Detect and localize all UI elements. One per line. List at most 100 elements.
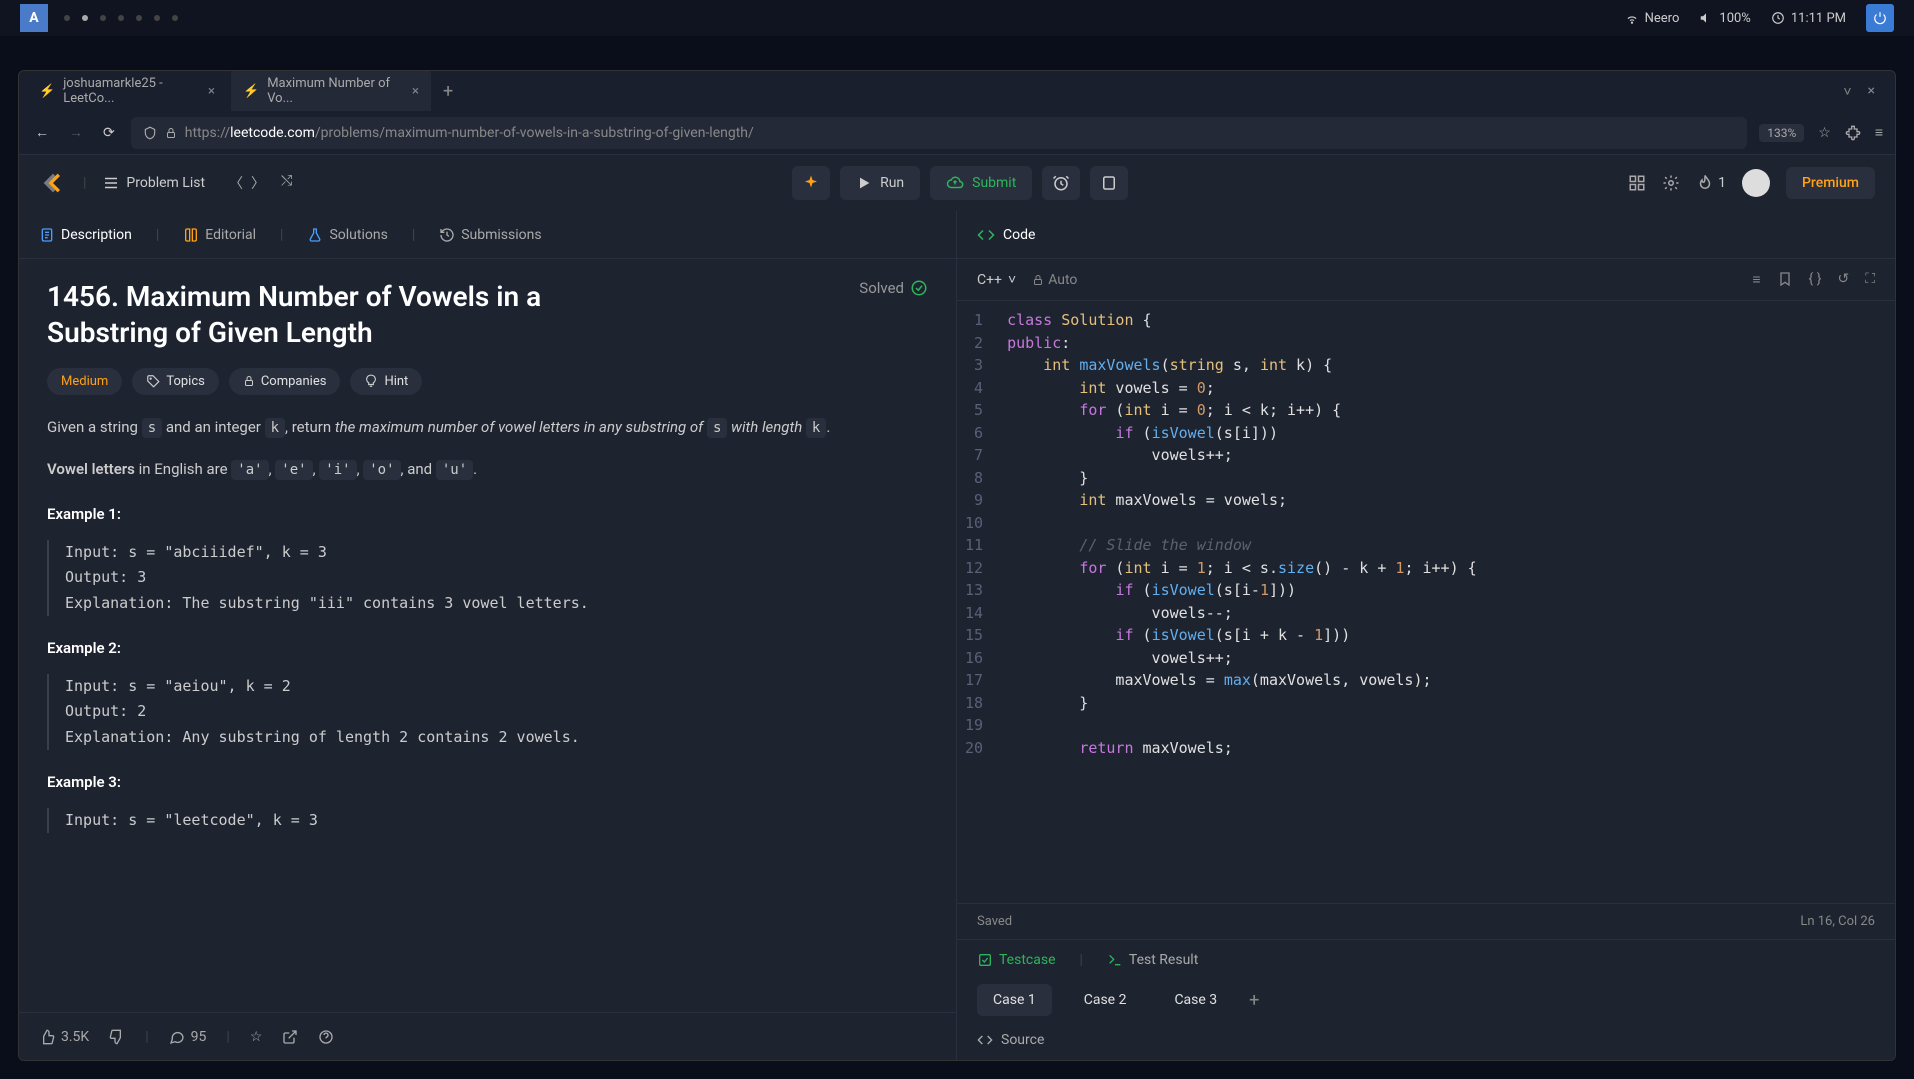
workspace-dots[interactable] [64,15,178,21]
avatar[interactable] [1742,169,1770,197]
like-button[interactable]: 3.5K [39,1029,89,1045]
favorite-button[interactable]: ☆ [250,1029,263,1045]
tab-testcase[interactable]: Testcase [977,952,1056,968]
forward-button[interactable]: → [65,120,87,145]
layout-button[interactable] [1628,174,1646,192]
document-icon [39,227,55,243]
notes-button[interactable] [1090,166,1128,200]
tab-description[interactable]: Description [39,227,132,243]
cloud-upload-icon [946,174,964,192]
submit-button[interactable]: Submit [930,166,1032,200]
close-icon[interactable]: × [412,84,419,99]
leetcode-header: | Problem List 〈 〉 ⤭ Run Submit [19,155,1895,211]
window-close-icon[interactable]: × [1868,83,1875,100]
chevron-down-icon: ˅ [1008,271,1016,288]
brackets-button[interactable]: { } [1809,271,1822,288]
bookmark-icon [1777,271,1793,287]
example-block: Example 2:Input: s = "aeiou", k = 2 Outp… [47,636,928,750]
menu-icon[interactable]: ≡ [1875,124,1883,141]
dislike-button[interactable] [109,1029,125,1045]
zoom-badge[interactable]: 133% [1759,124,1804,142]
source-row[interactable]: Source [977,1032,1875,1048]
description-panel: Description | Editorial | Solutions | Su… [19,211,957,1060]
prev-problem-button[interactable]: 〈 [229,173,243,193]
debug-button[interactable] [792,166,830,200]
close-icon[interactable]: × [208,84,215,99]
case-button[interactable]: Case 1 [977,984,1052,1016]
new-tab-button[interactable]: + [443,81,453,102]
example-block: Example 3:Input: s = "leetcode", k = 3 [47,770,928,833]
tag-icon [146,374,160,388]
cursor-position: Ln 16, Col 26 [1800,914,1875,929]
language-select[interactable]: C++ ˅ [977,271,1016,288]
test-panel: Testcase | Test Result Case 1Case 2Case … [957,939,1895,1060]
clock-icon [1771,11,1785,25]
volume-indicator[interactable]: 100% [1699,11,1750,26]
comments-button[interactable]: 95 [169,1029,207,1045]
tab-solutions[interactable]: Solutions [307,227,387,243]
bookmark-button[interactable] [1777,271,1793,288]
code-editor[interactable]: 1234567891011121314151617181920 class So… [957,301,1895,903]
premium-button[interactable]: Premium [1786,167,1875,199]
power-icon [1873,11,1887,25]
arch-logo-icon[interactable]: A [20,4,48,32]
reset-button[interactable]: ↺ [1837,271,1849,288]
run-button[interactable]: Run [840,166,920,200]
solved-badge: Solved [859,279,928,297]
shield-icon [143,126,157,140]
example-block: Example 1:Input: s = "abciiidef", k = 3 … [47,502,928,616]
problem-description: Given a string s and an integer k, retur… [47,415,928,834]
add-case-button[interactable]: + [1249,990,1259,1011]
problem-list-button[interactable]: Problem List [102,174,205,192]
url-bar: ← → ⟳ https://leetcode.com/problems/maxi… [19,111,1895,155]
tabs-dropdown-icon[interactable]: ˅ [1843,83,1851,100]
auto-complete-toggle[interactable]: Auto [1032,272,1077,288]
saved-label: Saved [977,914,1012,929]
book-icon [183,227,199,243]
url-field[interactable]: https://leetcode.com/problems/maximum-nu… [131,117,1748,149]
companies-button[interactable]: Companies [229,368,341,395]
code-icon [977,226,995,244]
case-button[interactable]: Case 2 [1068,984,1143,1016]
tab-editorial[interactable]: Editorial [183,227,256,243]
history-icon [439,227,455,243]
difficulty-badge: Medium [47,368,122,395]
star-icon[interactable]: ☆ [1818,125,1831,141]
settings-button[interactable] [1662,174,1680,192]
check-circle-icon [910,279,928,297]
shuffle-button[interactable]: ⤭ [281,173,292,193]
format-button[interactable]: ≡ [1752,271,1760,288]
comment-icon [169,1029,185,1045]
code-panel: Code C++ ˅ Auto ≡ { } ↺ ⛶ [957,211,1895,1060]
streak-indicator[interactable]: 1 [1696,174,1726,192]
thumbs-down-icon [109,1029,125,1045]
leetcode-logo-icon[interactable] [39,169,67,197]
back-button[interactable]: ← [31,120,53,145]
help-button[interactable] [318,1029,334,1045]
power-button[interactable] [1866,4,1894,32]
next-problem-button[interactable]: 〉 [251,173,265,193]
grid-icon [1628,174,1646,192]
tab-favicon-icon: ⚡ [243,84,259,99]
clock-indicator: 11:11 PM [1771,11,1846,26]
list-icon [102,174,120,192]
tab-test-result[interactable]: Test Result [1107,952,1198,968]
browser-tab-0[interactable]: ⚡ joshuamarkle25 - LeetCo... × [27,70,227,114]
share-button[interactable] [282,1029,298,1045]
problem-title: 1456. Maximum Number of Vowels in a Subs… [47,279,547,352]
topics-button[interactable]: Topics [132,368,219,395]
fullscreen-button[interactable]: ⛶ [1865,271,1875,288]
tab-submissions[interactable]: Submissions [439,227,541,243]
case-button[interactable]: Case 3 [1158,984,1233,1016]
browser-tab-1[interactable]: ⚡ Maximum Number of Vo... × [231,70,431,114]
lock-icon [1032,274,1044,286]
tab-favicon-icon: ⚡ [39,84,55,99]
note-icon [1100,174,1118,192]
wifi-indicator[interactable]: Neero [1625,11,1680,26]
sparkle-icon [802,174,820,192]
timer-button[interactable] [1042,166,1080,200]
reload-button[interactable]: ⟳ [99,121,119,145]
code-header: Code [957,211,1895,259]
extensions-icon[interactable] [1845,125,1861,141]
hint-button[interactable]: Hint [350,368,422,395]
